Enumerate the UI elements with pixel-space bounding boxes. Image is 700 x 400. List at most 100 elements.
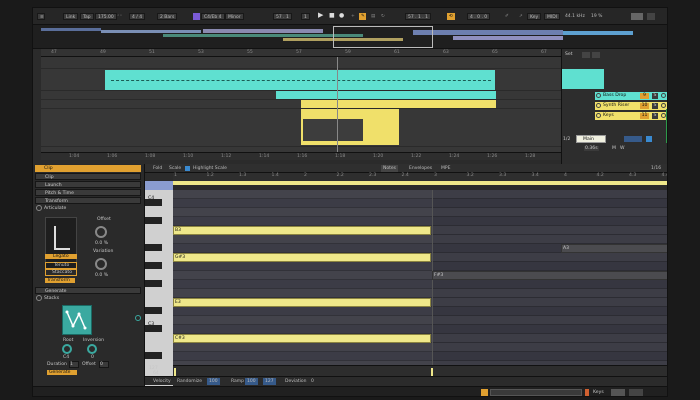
tenuto-button[interactable]: Tenuto <box>45 262 77 269</box>
arm-icon[interactable] <box>661 93 666 98</box>
solo-button[interactable]: S <box>652 93 658 99</box>
w-button[interactable]: W <box>620 146 625 151</box>
metronome-icon[interactable]: ◦◦ <box>115 13 124 20</box>
main-volume[interactable] <box>624 136 642 142</box>
track-lane-keys[interactable] <box>41 109 561 147</box>
black-key[interactable] <box>145 244 162 251</box>
midi-note[interactable]: E3 <box>173 298 431 307</box>
arrangement-position-sub[interactable]: 1 <box>301 13 310 20</box>
automation-arm-icon[interactable]: ✎ <box>359 13 366 20</box>
status-warning-icon[interactable] <box>481 389 488 396</box>
overdub-icon[interactable]: + <box>349 13 357 20</box>
arrangement-position[interactable]: 57 . 1 <box>273 13 292 20</box>
draw-icon[interactable]: ✐ <box>503 13 511 20</box>
scale-icon[interactable] <box>193 13 200 20</box>
black-key[interactable] <box>145 217 162 224</box>
track-power-icon[interactable] <box>596 93 601 98</box>
grid-select[interactable]: 1/16 <box>649 165 663 172</box>
randomize-value[interactable]: 100 <box>207 378 220 385</box>
power-icon[interactable] <box>36 205 42 211</box>
capture-icon[interactable]: ▤ <box>369 13 377 20</box>
launch-subsection[interactable]: Launch <box>35 181 141 188</box>
time-signature[interactable]: 4 / 4 <box>129 13 146 20</box>
m-button[interactable]: M <box>612 146 616 151</box>
deviation-value[interactable]: 0 <box>309 378 316 385</box>
arrangement-overview[interactable] <box>33 25 667 49</box>
note-grid[interactable]: B3 G#3 E3 C#3 F#3 A3 <box>173 190 667 370</box>
power-icon[interactable] <box>36 295 42 301</box>
stop-icon[interactable]: ■ <box>327 12 337 19</box>
keys-track-mini[interactable] <box>611 389 625 396</box>
black-key[interactable] <box>145 262 162 269</box>
scale-button[interactable]: Scale <box>167 165 183 172</box>
main-track[interactable]: Main <box>576 135 606 143</box>
loop-switch-icon[interactable]: ↻ <box>379 13 387 20</box>
scale-select[interactable]: Minor <box>225 13 244 20</box>
ramp-value-1[interactable]: 100 <box>245 378 258 385</box>
track-number[interactable]: 9 <box>640 93 649 99</box>
variation-knob[interactable] <box>95 258 107 270</box>
menu-icon[interactable]: ≡ <box>37 13 45 20</box>
black-key[interactable] <box>145 199 162 206</box>
save-icon[interactable] <box>592 52 600 58</box>
clip-synth-riser[interactable] <box>276 91 496 99</box>
track-header[interactable]: Keys 11 S <box>595 112 667 120</box>
articulate-device[interactable]: Articulate <box>35 205 141 212</box>
beat-ruler[interactable]: 1 1.2 1.3 1.4 2 2.2 2.3 2.4 3 3.2 3.3 3.4 4 4.2 4.3 4.4 <box>173 173 667 181</box>
generate-subsection[interactable]: Generate <box>35 287 141 294</box>
stacks-add-icon[interactable] <box>135 315 141 321</box>
midi-note-out-of-loop[interactable]: A3 <box>561 244 667 253</box>
track-power-icon[interactable] <box>596 113 601 118</box>
midi-note-out-of-loop[interactable]: F#3 <box>432 271 667 280</box>
highlight-checkbox[interactable] <box>185 166 190 171</box>
tab-mpe[interactable]: MPE <box>439 165 452 172</box>
midi-map-button[interactable]: MIDI <box>544 13 561 20</box>
midi-note[interactable]: B3 <box>173 226 431 235</box>
ramp-value-2[interactable]: 127 <box>263 378 276 385</box>
track-header[interactable]: Bass Drop 9 S <box>595 92 667 100</box>
pencil-icon[interactable] <box>582 52 590 58</box>
midi-note[interactable]: C#3 <box>173 334 431 343</box>
root-knob[interactable] <box>62 344 72 354</box>
inversion-knob[interactable] <box>87 344 97 354</box>
overview-viewport[interactable] <box>333 26 433 48</box>
loop-icon[interactable]: ⟲ <box>447 13 455 20</box>
track-lane-riser[interactable] <box>41 100 561 109</box>
bar-ruler[interactable]: 47 49 51 53 55 57 59 61 63 65 67 <box>41 49 561 57</box>
device-view-toggle[interactable] <box>629 389 643 396</box>
key-select[interactable]: C4/Eb 4 <box>201 13 225 20</box>
black-key[interactable] <box>145 325 162 332</box>
randomize-button[interactable]: Randomize <box>175 378 204 385</box>
tap-button[interactable]: Tap <box>80 13 94 20</box>
track-power-icon[interactable] <box>596 103 601 108</box>
staccato-button[interactable]: Staccato <box>45 269 77 276</box>
clip-section-header[interactable]: Clip <box>35 165 141 172</box>
track-number[interactable]: 10 <box>640 103 649 109</box>
black-key[interactable] <box>145 352 162 359</box>
time-ruler[interactable]: 1:04 1:06 1:08 1:10 1:12 1:14 1:16 1:18 1:20 1:22… <box>41 152 573 160</box>
offset2-field[interactable]: 0 <box>99 361 109 368</box>
set-button[interactable]: Set <box>565 52 573 57</box>
record-icon[interactable]: ● <box>337 12 346 19</box>
arrangement-view[interactable] <box>41 57 561 152</box>
fold-button[interactable]: Fold <box>151 165 164 172</box>
loop-brace[interactable] <box>173 181 667 185</box>
clip-riser[interactable] <box>301 100 496 108</box>
track-number[interactable]: 11 <box>640 113 649 119</box>
arm-icon[interactable] <box>661 103 666 108</box>
generate-button[interactable]: Generate <box>47 370 77 375</box>
transform-button[interactable]: Transform <box>45 278 75 283</box>
tab-notes[interactable]: Notes <box>381 165 398 172</box>
pitch-time-subsection[interactable]: Pitch & Time <box>35 189 141 196</box>
zoom-readout[interactable]: 0.36s <box>584 146 599 151</box>
offset-knob[interactable] <box>95 226 107 238</box>
stacks-device[interactable]: Stacks <box>35 295 141 302</box>
loop-start-field[interactable]: 57 . 1 . 1 <box>405 13 432 20</box>
tab-envelopes[interactable]: Envelopes <box>407 165 434 172</box>
key-map-button[interactable]: Key <box>527 13 542 20</box>
solo-button[interactable]: S <box>652 113 658 119</box>
transform-subsection[interactable]: Transform <box>35 197 141 204</box>
midi-note[interactable]: G#3 <box>173 253 431 262</box>
black-key[interactable] <box>145 280 162 287</box>
duration-field[interactable]: 1 <box>69 361 79 368</box>
